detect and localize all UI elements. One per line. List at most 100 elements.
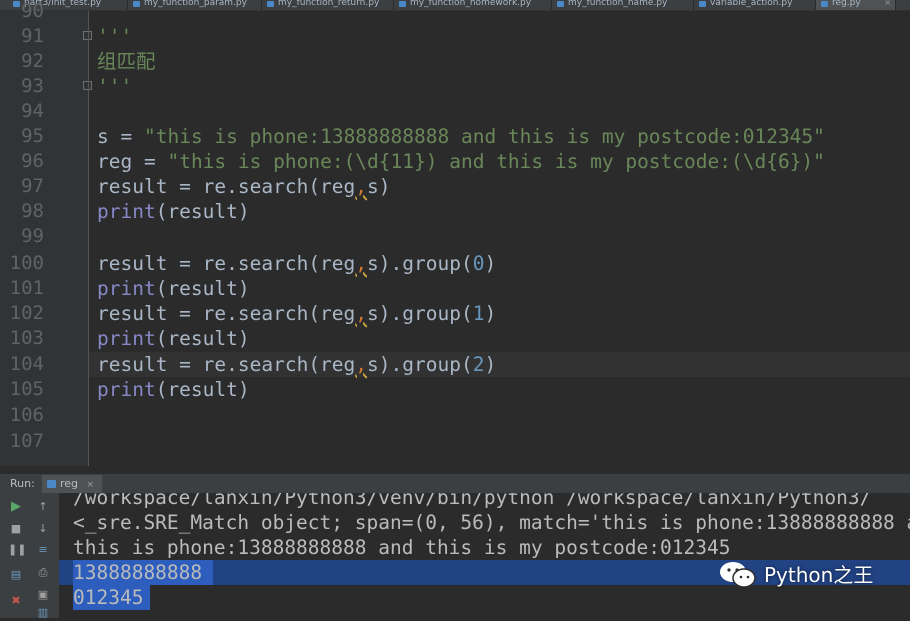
code-line-101: print(result) — [97, 276, 250, 301]
builtin-print: print — [97, 327, 156, 350]
code-editor[interactable]: ''' 组匹配 ''' s = "this is phone:138888888… — [89, 11, 910, 466]
line-number: 106 — [9, 404, 44, 426]
line-number: 92 — [21, 50, 44, 72]
tab-variable-action[interactable]: variable_action.py — [694, 0, 816, 10]
print-icon[interactable]: ⎙ — [35, 565, 51, 581]
trash-icon[interactable]: ✖ — [8, 593, 24, 609]
code-token: ) — [484, 353, 497, 376]
string-literal: "this is phone:13888888888 and this is m… — [143, 125, 825, 148]
line-number: 98 — [21, 200, 44, 222]
tab-my-function-return[interactable]: my_function_return.py — [262, 0, 394, 10]
tab-label: reg.py — [832, 0, 861, 8]
number-literal: 0 — [472, 252, 485, 275]
string-literal: "this is phone:(\d{11}) and this is my p… — [167, 150, 825, 173]
code-token: s) — [367, 302, 391, 325]
code-token: result = re.search(reg — [97, 175, 356, 198]
console-line: this is phone:13888888888 and this is my… — [73, 536, 731, 559]
tab-label: variable_action.py — [710, 0, 793, 8]
code-token: s) — [367, 175, 391, 198]
tab-my-function-name[interactable]: my_function_name.py — [552, 0, 694, 10]
layout-icon[interactable]: ▤ — [8, 567, 24, 583]
arrow-up-icon[interactable]: ↑ — [35, 499, 51, 515]
line-number: 97 — [21, 175, 44, 197]
pause-icon[interactable]: ❚❚ — [8, 542, 26, 558]
code-token: result = re.search(reg — [97, 252, 356, 275]
code-line-92: 组匹配 — [97, 50, 156, 73]
code-token: s) — [367, 252, 391, 275]
code-token: result = re.search(reg — [97, 353, 356, 376]
stop-icon[interactable]: ■ — [8, 521, 24, 537]
code-token: .group( — [390, 252, 473, 275]
tab-label: my_function_param.py — [144, 0, 247, 8]
line-number: 107 — [9, 430, 44, 452]
line-number: 103 — [9, 327, 44, 349]
comma-token: , — [355, 302, 368, 325]
python-file-icon — [47, 480, 56, 488]
line-number: 105 — [9, 378, 44, 400]
code-line-93: ''' — [97, 75, 133, 98]
code-token: = — [108, 125, 144, 148]
python-file-icon — [133, 1, 140, 7]
code-line-96: reg = "this is phone:(\d{11}) and this i… — [97, 149, 825, 174]
line-number: 95 — [21, 125, 44, 147]
code-token: (result) — [155, 378, 250, 401]
code-token: ) — [484, 302, 497, 325]
line-number: 99 — [21, 225, 44, 247]
builtin-print: print — [97, 277, 156, 300]
run-label: Run: — [10, 477, 35, 490]
number-literal: 2 — [472, 353, 485, 376]
builtin-print: print — [97, 200, 156, 223]
line-number: 94 — [21, 100, 44, 122]
run-panel-header: Run: reg × — [0, 473, 910, 494]
line-number: 91 — [21, 25, 44, 47]
close-icon[interactable]: × — [884, 0, 891, 7]
code-token: ) — [484, 252, 497, 275]
tab-label: my_function_name.py — [568, 0, 668, 8]
run-console[interactable]: /workspace/lanxin/Python3/venv/bin/pytho… — [59, 493, 910, 618]
code-token: result = re.search(reg — [97, 302, 356, 325]
line-number-gutter: 90 91 92 93 94 95 96 97 98 99 100 101 10… — [0, 0, 92, 466]
comma-token: , — [355, 353, 368, 376]
code-token: reg — [97, 150, 133, 173]
console-line: /workspace/lanxin/Python3/venv/bin/pytho… — [73, 493, 872, 509]
editor-tab-bar: part3/init_test.py my_function_param.py … — [0, 0, 910, 11]
code-token: (result) — [155, 277, 250, 300]
arrow-down-icon[interactable]: ↓ — [35, 521, 51, 537]
console-line: <_sre.SRE_Match object; span=(0, 56), ma… — [73, 511, 910, 534]
python-file-icon — [399, 1, 406, 7]
code-line-91: ''' — [97, 25, 133, 48]
python-file-icon — [557, 1, 564, 7]
line-number: 93 — [21, 75, 44, 97]
line-number: 100 — [9, 252, 44, 274]
run-tab-reg[interactable]: reg × — [42, 475, 103, 493]
code-line-103: print(result) — [97, 326, 250, 351]
wechat-icon — [720, 562, 756, 588]
close-icon[interactable]: × — [87, 480, 95, 490]
number-literal: 1 — [472, 302, 485, 325]
code-line-102: result = re.search(reg,s).group(1) — [97, 301, 496, 326]
code-line-95: s = "this is phone:13888888888 and this … — [97, 124, 825, 149]
tab-reg[interactable]: reg.py × — [816, 0, 896, 10]
line-number: 102 — [9, 302, 44, 324]
line-number: 104 — [9, 353, 44, 375]
tab-label: my_function_homework.py — [410, 0, 532, 8]
scroll-icon[interactable]: ▥ — [35, 605, 51, 621]
run-toolbar: ▶ ↑ ■ ↓ ❚❚ ≡ ▤ ⎙ ▣ ✖ ▥ — [0, 493, 59, 621]
code-token: (result) — [155, 200, 250, 223]
comma-token: , — [355, 252, 368, 275]
code-line-104: result = re.search(reg,s).group(2) — [97, 352, 496, 377]
code-token: s) — [367, 353, 391, 376]
console-line: 012345 — [73, 586, 144, 609]
line-number: 90 — [21, 0, 44, 22]
run-tab-label: reg — [60, 477, 79, 490]
play-icon[interactable]: ▶ — [8, 499, 24, 515]
comma-token: , — [355, 175, 368, 198]
tab-my-function-param[interactable]: my_function_param.py — [128, 0, 262, 10]
watermark-text: Python之王 — [764, 563, 874, 587]
code-token: s — [97, 125, 109, 148]
pin-icon[interactable]: ▣ — [35, 587, 51, 603]
python-file-icon — [699, 1, 706, 7]
wrap-icon[interactable]: ≡ — [35, 542, 51, 558]
python-file-icon — [821, 1, 828, 7]
tab-my-function-homework[interactable]: my_function_homework.py — [394, 0, 552, 10]
